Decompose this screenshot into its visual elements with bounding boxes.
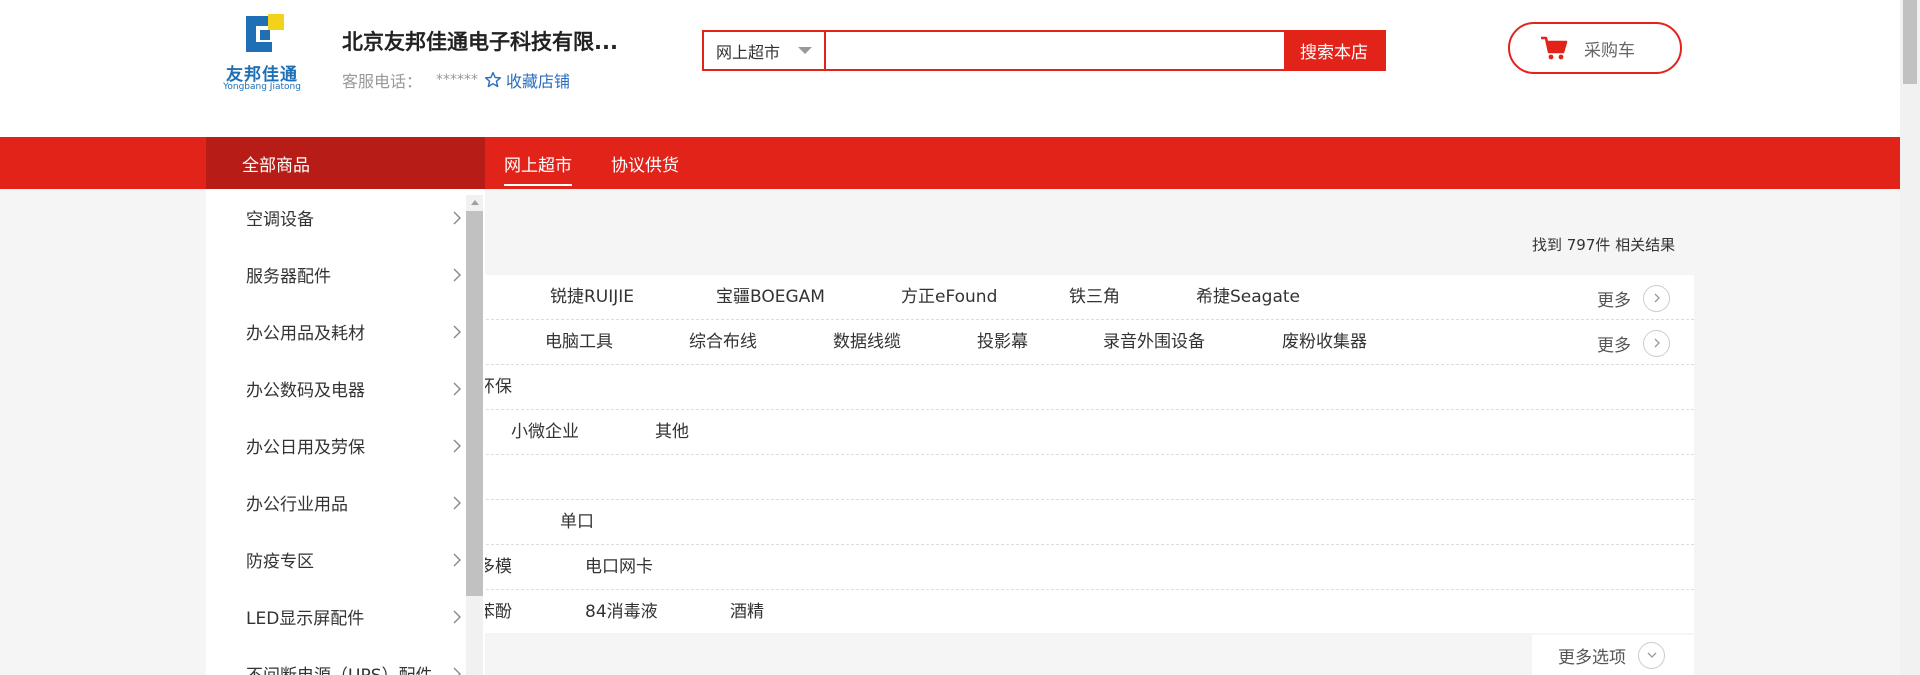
category-item-epidemic-prevention[interactable]: 防疫专区 bbox=[206, 531, 466, 588]
chevron-right-icon bbox=[1643, 284, 1670, 312]
tab-agreement-supply[interactable]: 协议供货 bbox=[611, 137, 679, 189]
result-count: 找到 797件 相关结果 bbox=[1532, 236, 1676, 254]
filter-item[interactable]: 废粉收集器 bbox=[1282, 320, 1367, 365]
category-label: 服务器配件 bbox=[246, 267, 331, 287]
chevron-right-icon bbox=[453, 439, 461, 453]
more-label: 更多 bbox=[1597, 335, 1631, 356]
chevron-down-icon bbox=[1638, 641, 1665, 669]
tab-online-supermarket[interactable]: 网上超市 bbox=[504, 137, 572, 189]
logo-english-text: Yongbang Jiatong bbox=[223, 82, 301, 92]
category-label: 不间断电源（UPS）配件 bbox=[246, 661, 433, 675]
filter-item[interactable]: 酒精 bbox=[730, 590, 764, 635]
service-info: 客服电话： ****** 收藏店铺 bbox=[342, 68, 570, 92]
search-scope-value: 网上超市 bbox=[716, 42, 781, 62]
filter-item[interactable]: 铁三角 bbox=[1069, 275, 1120, 320]
filter-item[interactable]: 宝疆BOEGAM bbox=[716, 275, 825, 320]
category-label: 防疫专区 bbox=[246, 552, 314, 572]
filter-item[interactable]: 综合布线 bbox=[689, 320, 757, 365]
category-label: 办公用品及耗材 bbox=[246, 324, 365, 344]
service-phone-value: ****** bbox=[436, 72, 479, 88]
main-nav: 全部商品 网上超市 协议供货 bbox=[0, 137, 1900, 189]
scroll-up-arrow-icon[interactable] bbox=[466, 195, 483, 209]
category-item-server-parts[interactable]: 服务器配件 bbox=[206, 246, 466, 303]
filter-item[interactable]: 数据线缆 bbox=[833, 320, 901, 365]
category-scrollbar[interactable] bbox=[466, 195, 483, 675]
more-options-label: 更多选项 bbox=[1558, 647, 1626, 668]
favorite-shop-link[interactable]: 收藏店铺 bbox=[484, 68, 570, 92]
chevron-right-icon bbox=[1643, 329, 1670, 357]
chevron-right-icon bbox=[453, 496, 461, 510]
filter-item[interactable]: 电脑工具 bbox=[545, 320, 613, 365]
more-options-button[interactable]: 更多选项 bbox=[1532, 635, 1694, 675]
category-menu: 空调设备 服务器配件 办公用品及耗材 办公数码及电器 办公日用及劳保 办公行业用… bbox=[206, 189, 485, 675]
filter-item[interactable]: 小微企业 bbox=[511, 410, 579, 455]
category-label: 办公行业用品 bbox=[246, 495, 348, 515]
filter-item[interactable]: 单口 bbox=[560, 500, 594, 545]
cart-button[interactable]: 采购车 bbox=[1508, 22, 1682, 74]
search-bar: 网上超市 搜索本店 bbox=[702, 30, 1386, 71]
chevron-right-icon bbox=[453, 382, 461, 396]
filter-item[interactable]: 希捷Seagate bbox=[1196, 275, 1300, 320]
chevron-right-icon bbox=[453, 667, 461, 675]
shop-name: 北京友邦佳通电子科技有限... bbox=[342, 30, 618, 54]
logo-mark-icon bbox=[246, 14, 284, 52]
caret-down-icon bbox=[798, 47, 812, 54]
chevron-right-icon bbox=[453, 553, 461, 567]
filter-item[interactable]: 投影幕 bbox=[977, 320, 1028, 365]
filter-item[interactable]: 电口网卡 bbox=[585, 545, 653, 590]
filter-item[interactable]: 锐捷RUIJIE bbox=[550, 275, 634, 320]
cart-label: 采购车 bbox=[1584, 40, 1635, 61]
chevron-right-icon bbox=[453, 211, 461, 225]
filter-item[interactable]: 方正eFound bbox=[901, 275, 997, 320]
more-brands-button[interactable]: 更多 bbox=[1597, 284, 1670, 312]
chevron-right-icon bbox=[453, 325, 461, 339]
star-icon bbox=[484, 71, 502, 88]
more-label: 更多 bbox=[1597, 290, 1631, 311]
cart-icon bbox=[1541, 36, 1568, 60]
all-goods-menu[interactable]: 全部商品 bbox=[206, 137, 485, 189]
page-scrollbar-thumb[interactable] bbox=[1903, 0, 1917, 84]
filter-item[interactable]: 84消毒液 bbox=[585, 590, 658, 635]
category-item-office-daily-use[interactable]: 办公日用及劳保 bbox=[206, 417, 466, 474]
category-item-air-conditioning[interactable]: 空调设备 bbox=[206, 189, 466, 246]
category-label: 空调设备 bbox=[246, 210, 314, 230]
category-item-office-industry[interactable]: 办公行业用品 bbox=[206, 474, 466, 531]
category-item-office-supplies[interactable]: 办公用品及耗材 bbox=[206, 303, 466, 360]
chevron-right-icon bbox=[453, 610, 461, 624]
search-input[interactable] bbox=[826, 32, 1284, 69]
filter-item[interactable]: 录音外围设备 bbox=[1103, 320, 1205, 365]
more-categories-button[interactable]: 更多 bbox=[1597, 329, 1670, 357]
category-label: 办公数码及电器 bbox=[246, 381, 365, 401]
service-phone-label: 客服电话： bbox=[342, 72, 423, 91]
favorite-shop-label: 收藏店铺 bbox=[506, 72, 571, 91]
category-label: LED显示屏配件 bbox=[246, 609, 365, 629]
category-scrollbar-thumb[interactable] bbox=[466, 211, 483, 596]
shop-header: 友邦佳通 Yongbang Jiatong 北京友邦佳通电子科技有限... 客服… bbox=[0, 0, 1900, 137]
filter-item[interactable]: 其他 bbox=[655, 410, 689, 455]
category-item-office-electronics[interactable]: 办公数码及电器 bbox=[206, 360, 466, 417]
page-scrollbar[interactable] bbox=[1900, 0, 1920, 675]
category-item-ups[interactable]: 不间断电源（UPS）配件 bbox=[206, 645, 466, 675]
search-scope-select[interactable]: 网上超市 bbox=[704, 32, 826, 69]
shop-logo[interactable]: 友邦佳通 Yongbang Jiatong bbox=[222, 12, 302, 96]
search-shop-button[interactable]: 搜索本店 bbox=[1284, 32, 1384, 69]
category-label: 办公日用及劳保 bbox=[246, 438, 365, 458]
category-item-led-display[interactable]: LED显示屏配件 bbox=[206, 588, 466, 645]
chevron-right-icon bbox=[453, 268, 461, 282]
